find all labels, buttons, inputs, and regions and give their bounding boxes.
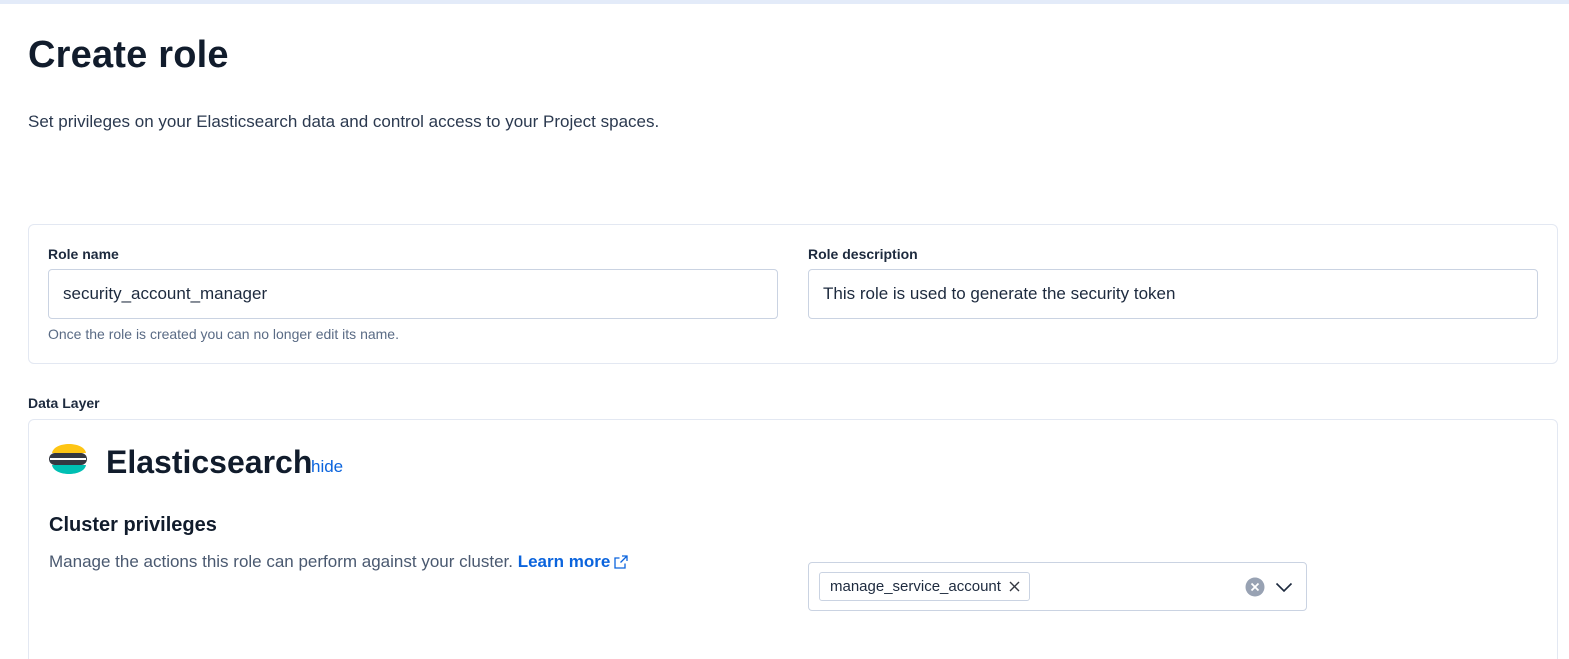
chevron-down-icon[interactable] — [1275, 579, 1293, 595]
learn-more-label: Learn more — [517, 552, 611, 571]
cluster-privileges-title: Cluster privileges — [49, 514, 217, 536]
cluster-privileges-description-text: Manage the actions this role can perform… — [49, 552, 513, 571]
page-subtitle: Set privileges on your Elasticsearch dat… — [28, 112, 660, 131]
elasticsearch-panel: Elasticsearch hide Cluster privileges Ma… — [28, 419, 1558, 659]
clear-selection-icon[interactable] — [1245, 577, 1265, 597]
hide-link[interactable]: hide — [311, 457, 343, 477]
top-strip — [0, 0, 1569, 4]
role-details-panel: Role name Once the role is created you c… — [28, 224, 1558, 364]
role-name-input[interactable] — [48, 269, 778, 319]
cluster-privileges-combobox[interactable]: manage_service_account — [808, 562, 1307, 611]
learn-more-link[interactable]: Learn more — [518, 552, 629, 571]
data-layer-label: Data Layer — [28, 395, 100, 411]
elasticsearch-logo-icon — [49, 444, 87, 474]
cluster-privileges-description: Manage the actions this role can perform… — [49, 552, 628, 572]
role-name-help-text: Once the role is created you can no long… — [48, 326, 399, 342]
privilege-pill-label: manage_service_account — [830, 578, 1001, 595]
privilege-pill: manage_service_account — [819, 572, 1030, 601]
external-link-icon — [614, 555, 628, 569]
role-description-label: Role description — [808, 246, 918, 262]
role-description-input[interactable] — [808, 269, 1538, 319]
page-title: Create role — [28, 34, 229, 76]
role-name-label: Role name — [48, 246, 119, 262]
remove-pill-icon[interactable] — [1009, 581, 1020, 592]
elasticsearch-title: Elasticsearch — [106, 444, 313, 480]
